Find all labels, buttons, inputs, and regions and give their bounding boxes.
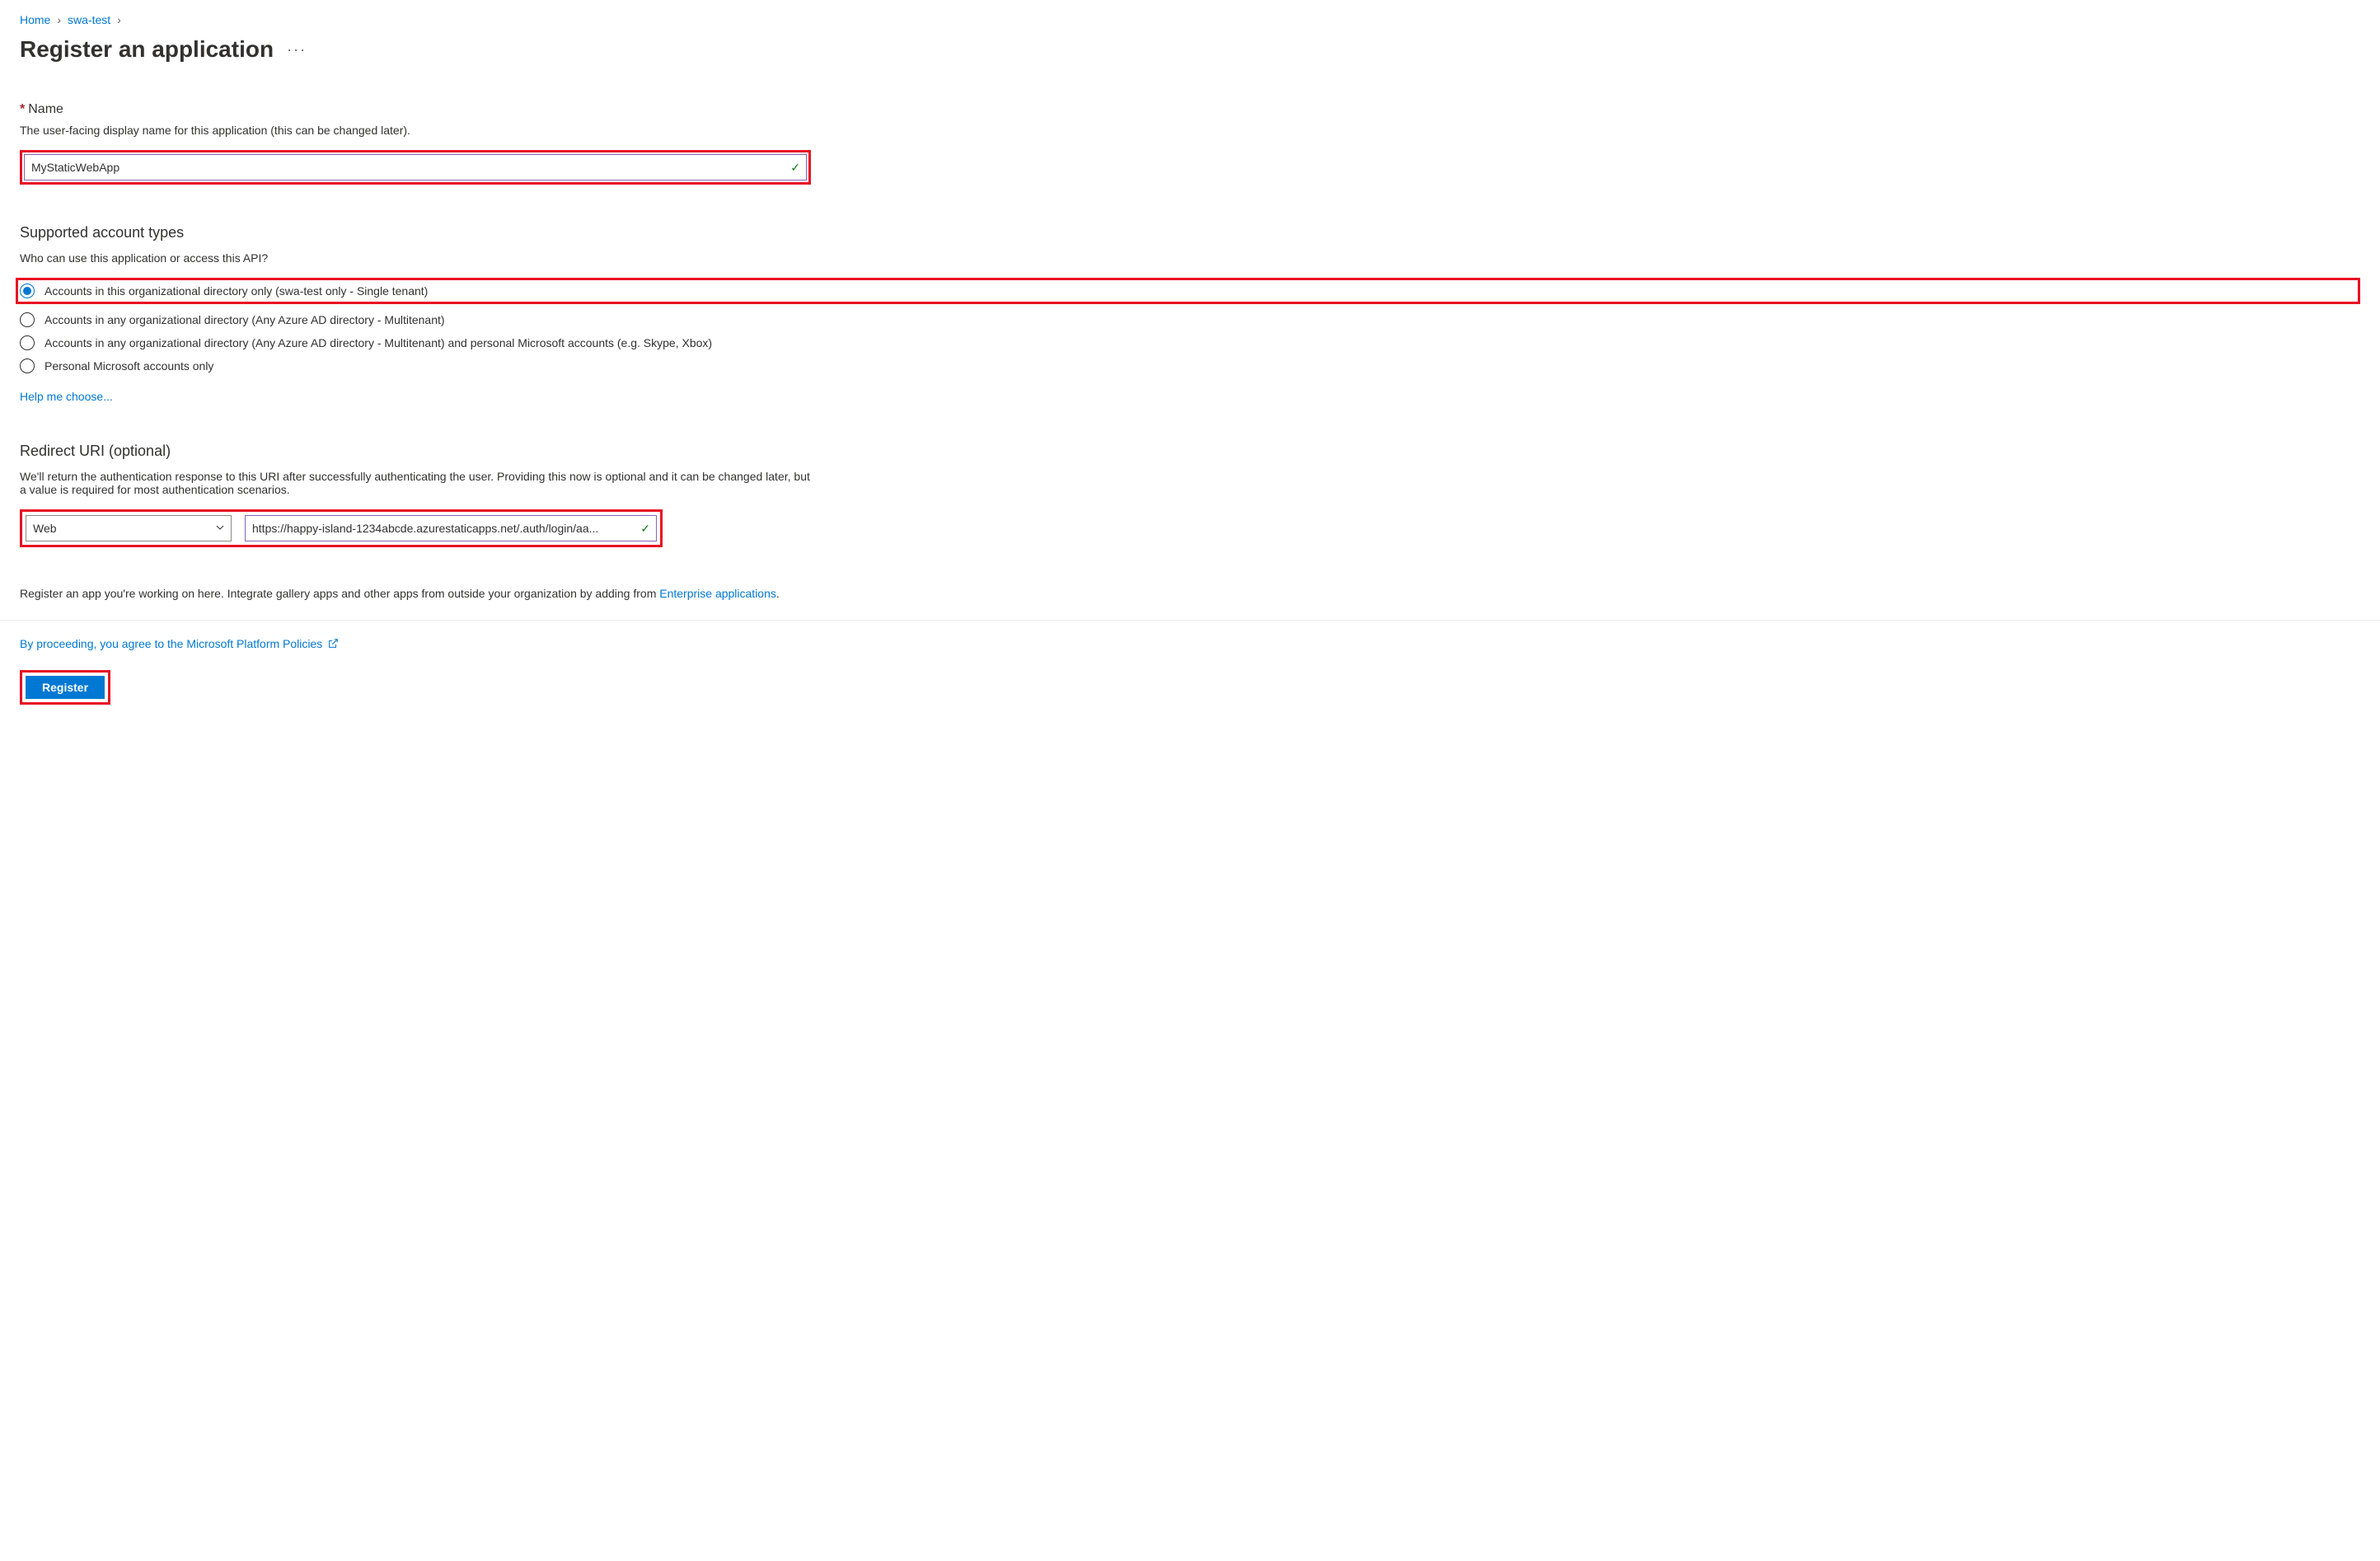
platform-select[interactable]: Web (26, 515, 232, 541)
radio-option-multitenant-personal[interactable]: Accounts in any organizational directory… (20, 335, 2360, 350)
required-asterisk: * (20, 102, 25, 117)
chevron-right-icon: › (117, 13, 121, 26)
radio-option-single-tenant[interactable]: Accounts in this organizational director… (20, 284, 428, 298)
footer-register-text: Register an app you're working on here. … (20, 587, 2360, 600)
radio-button-icon (20, 359, 35, 373)
divider (0, 620, 2380, 621)
enterprise-applications-link[interactable]: Enterprise applications (659, 587, 776, 600)
policies-link[interactable]: By proceeding, you agree to the Microsof… (20, 637, 2360, 650)
radio-label: Personal Microsoft accounts only (45, 359, 213, 373)
chevron-right-icon: › (57, 13, 61, 26)
redirect-uri-section: Redirect URI (optional) We'll return the… (20, 443, 2360, 547)
name-label: * Name (20, 102, 2360, 117)
radio-button-icon (20, 335, 35, 350)
external-link-icon (327, 638, 339, 649)
register-button[interactable]: Register (26, 676, 105, 699)
radio-label: Accounts in this organizational director… (45, 284, 428, 298)
radio-option-multitenant[interactable]: Accounts in any organizational directory… (20, 312, 2360, 327)
name-label-text: Name (28, 102, 63, 117)
radio-label: Accounts in any organizational directory… (45, 313, 445, 326)
name-description: The user-facing display name for this ap… (20, 124, 2360, 137)
radio-option-personal[interactable]: Personal Microsoft accounts only (20, 359, 2360, 373)
breadcrumb: Home › swa-test › (20, 13, 2360, 26)
name-section: * Name The user-facing display name for … (20, 102, 2360, 185)
more-icon[interactable]: ··· (287, 41, 307, 59)
redirect-uri-description: We'll return the authentication response… (20, 470, 811, 496)
page-title: Register an application (20, 36, 274, 63)
radio-button-icon (20, 284, 35, 298)
account-types-section: Supported account types Who can use this… (20, 224, 2360, 403)
account-types-radio-group: Accounts in this organizational director… (20, 278, 2360, 373)
radio-button-icon (20, 312, 35, 327)
breadcrumb-swa-test[interactable]: swa-test (68, 13, 110, 26)
account-types-title: Supported account types (20, 224, 2360, 241)
redirect-uri-title: Redirect URI (optional) (20, 443, 2360, 460)
help-me-choose-link[interactable]: Help me choose... (20, 390, 113, 403)
breadcrumb-home[interactable]: Home (20, 13, 50, 26)
name-input[interactable] (24, 154, 807, 180)
page-header: Register an application ··· (20, 36, 2360, 63)
radio-label: Accounts in any organizational directory… (45, 336, 712, 349)
account-types-description: Who can use this application or access t… (20, 251, 2360, 265)
redirect-uri-input[interactable] (245, 515, 657, 541)
